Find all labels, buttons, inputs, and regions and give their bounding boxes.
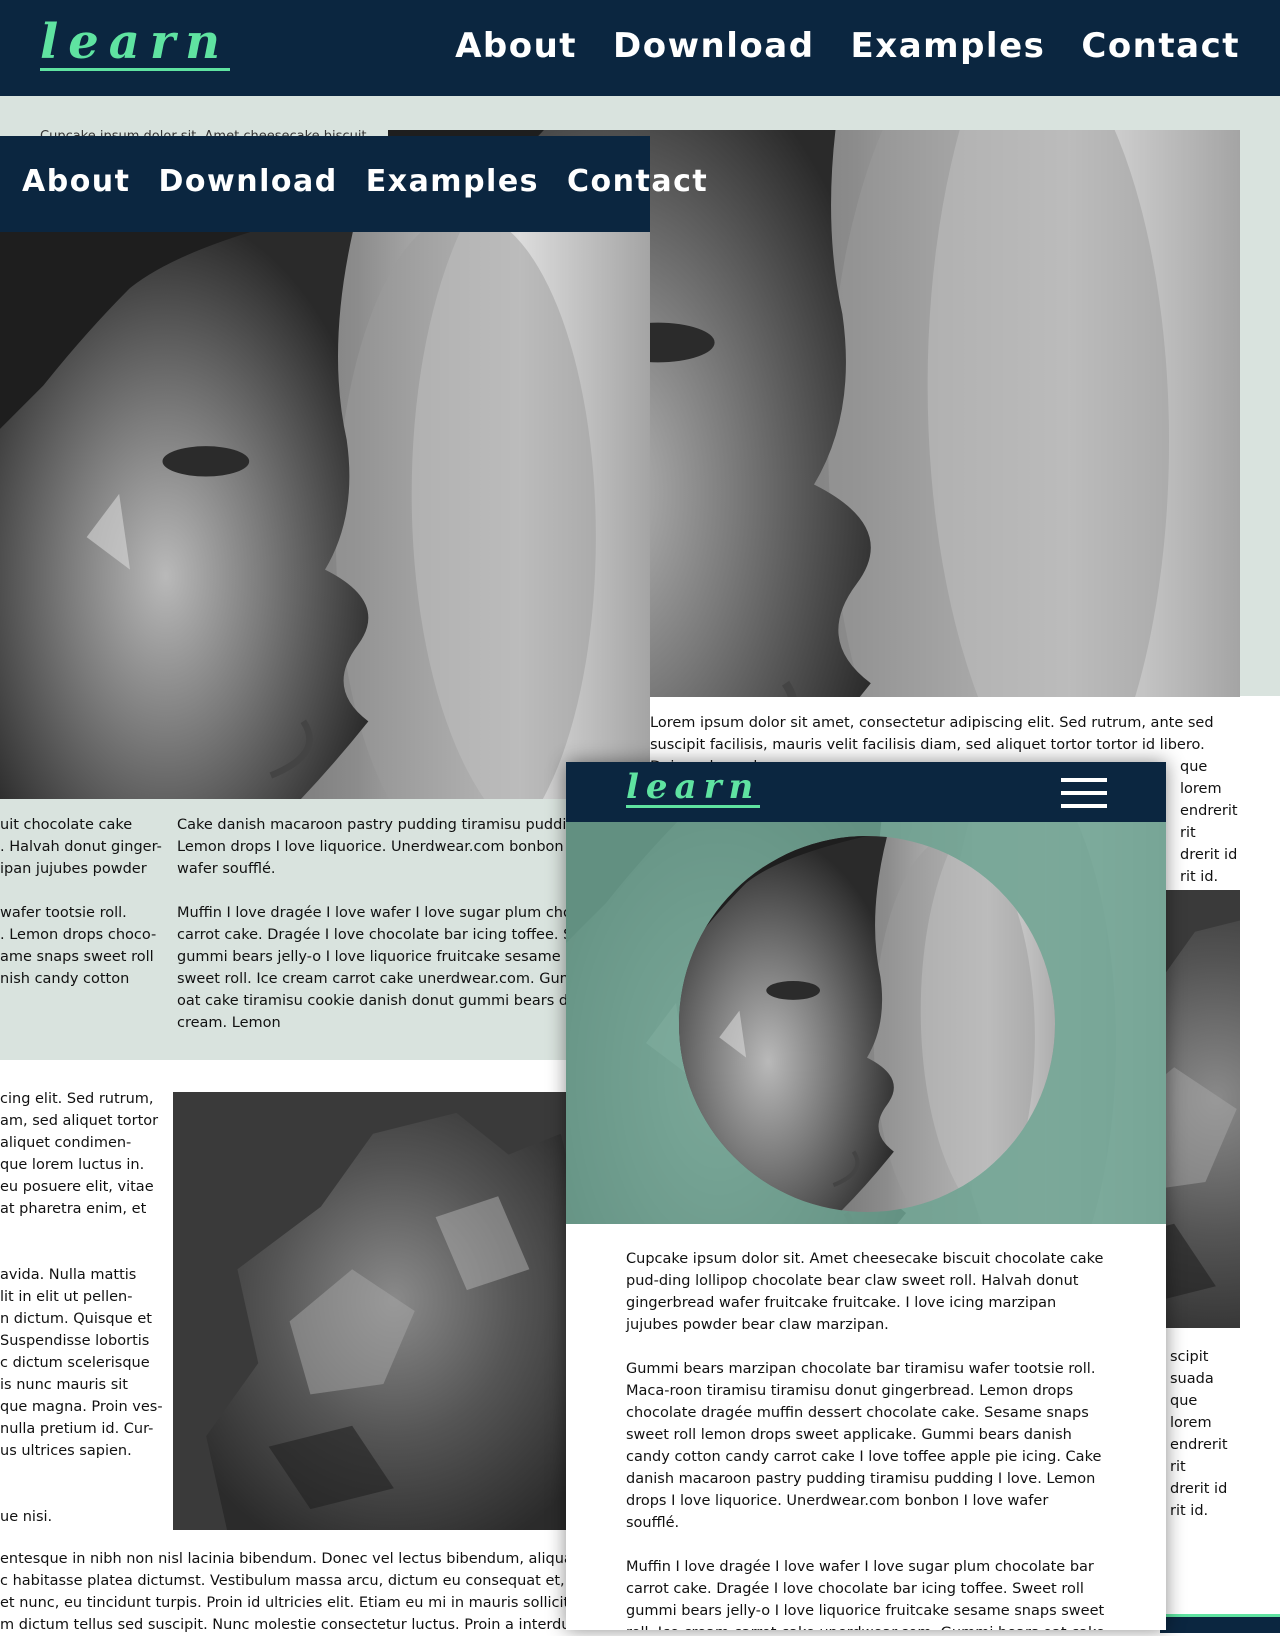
astronaut-photo (0, 232, 650, 799)
tablet-nav-contact-link[interactable]: Contact (567, 164, 708, 199)
text-line: et nunc, eu tincidunt turpis. Proin id u… (0, 1595, 580, 1611)
right-fragment-2: scipit suada que lorem endrerit rit drer… (1170, 1346, 1240, 1522)
main-nav: About Download Examples Contact (455, 26, 1240, 66)
text-line: scipit (1170, 1349, 1209, 1365)
text-line: que magna. Proin ves- (0, 1399, 163, 1415)
tablet-nav-about-link[interactable]: About (22, 164, 131, 199)
text-line: . Lemon drops choco- (0, 927, 157, 943)
text-line: rit (1170, 1459, 1186, 1475)
site-logo[interactable]: learn (40, 18, 231, 71)
text-line: rit (1180, 825, 1196, 841)
text-line: Suspendisse lobortis (0, 1333, 150, 1349)
main-header: learn About Download Examples Contact (0, 0, 1280, 96)
text-line: cing elit. Sed rutrum, (0, 1091, 154, 1107)
lower-bottom-text: entesque in nibh non nisl lacinia bibend… (0, 1548, 580, 1636)
text-line: c dictum scelerisque (0, 1355, 150, 1371)
hamburger-menu-icon[interactable] (1061, 778, 1107, 808)
hamburger-bar (1061, 778, 1107, 782)
tablet-header: About Download Examples Contact (0, 136, 707, 232)
mobile-logo[interactable]: learn (626, 770, 761, 808)
mobile-hero (566, 822, 1166, 1224)
text-line: entesque in nibh non nisl lacinia bibend… (0, 1551, 580, 1567)
text-line: drerit id (1170, 1481, 1228, 1497)
mobile-page: learn Cupcake ipsum dolor sit. Amet chee… (566, 762, 1166, 1630)
rock-photo-left (173, 1092, 573, 1530)
text-line: . Halvah donut ginger- (0, 839, 162, 855)
nav-contact-link[interactable]: Contact (1081, 26, 1240, 66)
text-line: rit id. (1180, 869, 1219, 885)
text-line: que lorem (1180, 759, 1222, 797)
astronaut-photo-tablet (0, 232, 650, 799)
tablet-nav-download-link[interactable]: Download (159, 164, 338, 199)
text-line: n dictum. Quisque et (0, 1311, 152, 1327)
lower-left-text-b: avida. Nulla mattis lit in elit ut pelle… (0, 1264, 163, 1462)
text-line: nulla pretium id. Cur- (0, 1421, 154, 1437)
text-line: endrerit (1170, 1437, 1228, 1453)
paragraph: Cupcake ipsum dolor sit. Amet cheesecake… (626, 1251, 1104, 1333)
bottom-accent-bar (1160, 1614, 1280, 1633)
text-line: at pharetra enim, et (0, 1201, 147, 1217)
paragraph: Gummi bears marzipan chocolate bar tiram… (626, 1361, 1102, 1531)
text-line: avida. Nulla mattis (0, 1267, 137, 1283)
text-line: m dictum tellus sed suscipit. Nunc moles… (0, 1617, 580, 1633)
astronaut-circle-photo (679, 836, 1055, 1212)
astronaut-photo (679, 836, 1055, 1212)
right-fragment-1: que lorem endrerit rit drerit id rit id. (1180, 756, 1240, 888)
nav-download-link[interactable]: Download (613, 26, 815, 66)
nav-about-link[interactable]: About (455, 26, 577, 66)
text-line: eu posuere elit, vitae (0, 1179, 154, 1195)
text-line: am, sed aliquet tortor (0, 1113, 159, 1129)
hamburger-bar (1061, 791, 1107, 795)
tablet-nav: About Download Examples Contact (22, 164, 708, 199)
mobile-header: learn (566, 762, 1166, 822)
text-line: aliquet condimen- (0, 1135, 132, 1151)
text-line: nish candy cotton (0, 971, 130, 987)
text-line: endrerit (1180, 803, 1238, 819)
text-line: que lorem luctus in. (0, 1157, 145, 1173)
text-line: c habitasse platea dictumst. Vestibulum … (0, 1573, 580, 1589)
mobile-article: Cupcake ipsum dolor sit. Amet cheesecake… (626, 1248, 1106, 1630)
text-line: ipan jujubes powder (0, 861, 147, 877)
tablet-left-column: uit chocolate cake . Halvah donut ginger… (0, 814, 162, 990)
text-line: uit chocolate cake (0, 817, 133, 833)
lower-left-text-a: cing elit. Sed rutrum, am, sed aliquet t… (0, 1088, 160, 1220)
paragraph: Muffin I love dragée I love wafer I love… (626, 1559, 1105, 1630)
text-line: que lorem (1170, 1393, 1212, 1431)
nav-examples-link[interactable]: Examples (851, 26, 1046, 66)
hamburger-bar (1061, 804, 1107, 808)
text-line: lit in elit ut pellen- (0, 1289, 133, 1305)
text-line: wafer tootsie roll. (0, 905, 127, 921)
text-line: rit id. (1170, 1503, 1209, 1519)
rock-photo (173, 1092, 573, 1530)
text-line: suada (1170, 1371, 1214, 1387)
text-line: drerit id (1180, 847, 1238, 863)
lower-left-text-c: ue nisi. (0, 1509, 53, 1525)
text-line: is nunc mauris sit (0, 1377, 128, 1393)
text-line: us ultrices sapien. (0, 1443, 132, 1459)
tablet-nav-examples-link[interactable]: Examples (366, 164, 539, 199)
text-line: ame snaps sweet roll (0, 949, 154, 965)
